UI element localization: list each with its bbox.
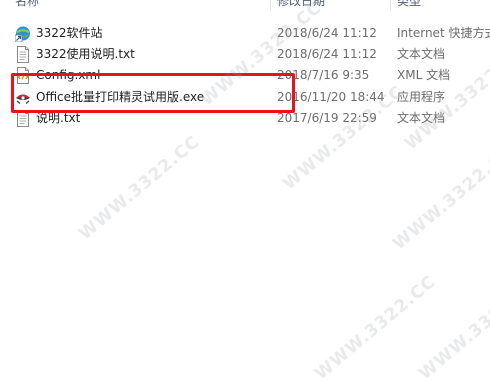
text-document-icon — [15, 110, 31, 127]
watermark-text: WWW.3322.CC — [415, 271, 490, 385]
column-header-row: 名称 修改日期 类型 — [0, 0, 490, 11]
column-divider[interactable] — [270, 0, 271, 11]
file-name[interactable]: 3322使用说明.txt — [36, 44, 135, 65]
file-date-modified: 2018/6/24 11:12 — [277, 47, 377, 61]
file-row-readme-txt[interactable]: 说明.txt 2017/6/19 22:59 文本文档 — [12, 108, 490, 129]
file-explorer-list: 名称 修改日期 类型 3322软件站 2018/6/24 11:12 Inter… — [0, 0, 490, 387]
column-header-name[interactable]: 名称 — [15, 0, 39, 11]
file-name[interactable]: Config.xml — [36, 65, 100, 86]
column-divider[interactable] — [390, 0, 391, 11]
file-type: 文本文档 — [397, 47, 446, 61]
file-row-3322-site-shortcut[interactable]: 3322软件站 2018/6/24 11:12 Internet 快捷方式 — [12, 23, 490, 44]
file-row-office-print-exe[interactable]: Office批量打印精灵试用版.exe 2016/11/20 18:44 应用程… — [12, 87, 490, 108]
file-name[interactable]: 3322软件站 — [36, 23, 103, 44]
text-document-icon — [15, 46, 31, 63]
column-header-date-modified[interactable]: 修改日期 — [277, 0, 325, 11]
file-row-config-xml[interactable]: Config.xml 2018/7/16 9:35 XML 文档 — [12, 65, 490, 86]
column-header-type[interactable]: 类型 — [397, 0, 421, 11]
file-name[interactable]: Office批量打印精灵试用版.exe — [36, 87, 204, 108]
file-date-modified: 2018/7/16 9:35 — [277, 68, 370, 82]
file-type: XML 文档 — [397, 68, 451, 82]
file-row-3322-usage-txt[interactable]: 3322使用说明.txt 2018/6/24 11:12 文本文档 — [12, 44, 490, 65]
file-type: 文本文档 — [397, 111, 446, 125]
file-name[interactable]: 说明.txt — [36, 108, 80, 129]
watermark-text: WWW.3322.CC — [75, 131, 204, 245]
internet-shortcut-icon — [15, 25, 31, 42]
file-type: Internet 快捷方式 — [397, 26, 490, 40]
application-exe-icon — [15, 89, 31, 106]
watermark-text: WWW.3322.CC — [389, 141, 490, 255]
file-date-modified: 2017/6/19 22:59 — [277, 111, 377, 125]
xml-document-icon — [15, 67, 31, 84]
watermark-text: WWW.3322.CC — [311, 271, 440, 385]
file-date-modified: 2016/11/20 18:44 — [277, 90, 385, 104]
file-date-modified: 2018/6/24 11:12 — [277, 26, 377, 40]
file-type: 应用程序 — [397, 90, 446, 104]
